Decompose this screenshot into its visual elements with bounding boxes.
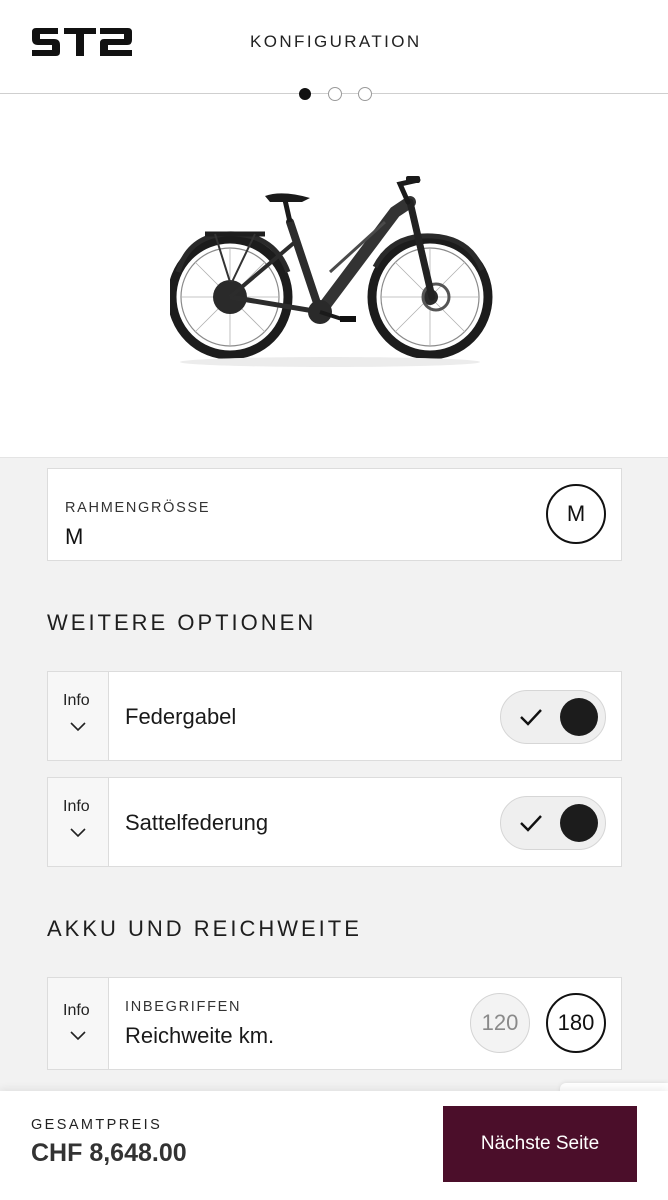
pager-dot-1[interactable] [299,88,311,100]
range-option-180[interactable]: 180 [546,993,606,1053]
info-label: Info [63,798,90,815]
chevron-down-icon [70,1031,86,1041]
frame-size-card[interactable]: RAHMENGRÖSSE M M [47,468,622,561]
option-label-sattelfederung: Sattelfederung [125,810,269,835]
included-label: INBEGRIFFEN [125,999,242,1015]
check-icon [520,815,542,832]
st2-logo[interactable] [30,26,134,58]
next-page-button[interactable]: Nächste Seite [443,1106,637,1182]
configurator-page: KONFIGURATION RAHMENGRÖSSE M M WEITERE O… [0,0,668,1200]
check-icon [520,709,542,726]
toggle-knob [560,698,598,736]
option-row-federgabel: Info Federgabel [47,671,622,761]
carousel-pager [298,87,372,101]
range-label: Reichweite km. [125,1023,275,1048]
info-toggle-sattelfederung[interactable]: Info [48,778,109,866]
frame-size-value: M [65,524,84,549]
info-toggle-federgabel[interactable]: Info [48,672,109,760]
section-title-options: WEITERE OPTIONEN [47,610,317,635]
chevron-down-icon [70,828,86,838]
total-price-value: CHF 8,648.00 [31,1139,187,1167]
pager-dot-2[interactable] [328,87,342,101]
total-price-label: GESAMTPREIS [31,1117,163,1133]
info-label: Info [63,692,90,709]
range-option-120[interactable]: 120 [470,993,530,1053]
pager-dot-3[interactable] [358,87,372,101]
toggle-federgabel[interactable] [500,690,606,744]
option-row-reichweite: Info INBEGRIFFEN Reichweite km. 120 180 [47,977,622,1070]
chevron-down-icon [70,722,86,732]
toggle-knob [560,804,598,842]
info-label: Info [63,1002,90,1019]
app-header: KONFIGURATION [0,0,668,94]
ebike-image [170,176,493,367]
frame-size-label: RAHMENGRÖSSE [65,500,211,516]
page-title: KONFIGURATION [250,32,422,51]
option-label-federgabel: Federgabel [125,704,237,729]
toggle-sattelfederung[interactable] [500,796,606,850]
price-footer: GESAMTPREIS CHF 8,648.00 Nächste Seite [0,1091,668,1200]
option-row-sattelfederung: Info Sattelfederung [47,777,622,867]
frame-size-option-m[interactable]: M [546,484,606,544]
section-title-battery: AKKU UND REICHWEITE [47,916,362,941]
product-hero [0,87,668,458]
info-toggle-reichweite[interactable]: Info [48,978,109,1069]
